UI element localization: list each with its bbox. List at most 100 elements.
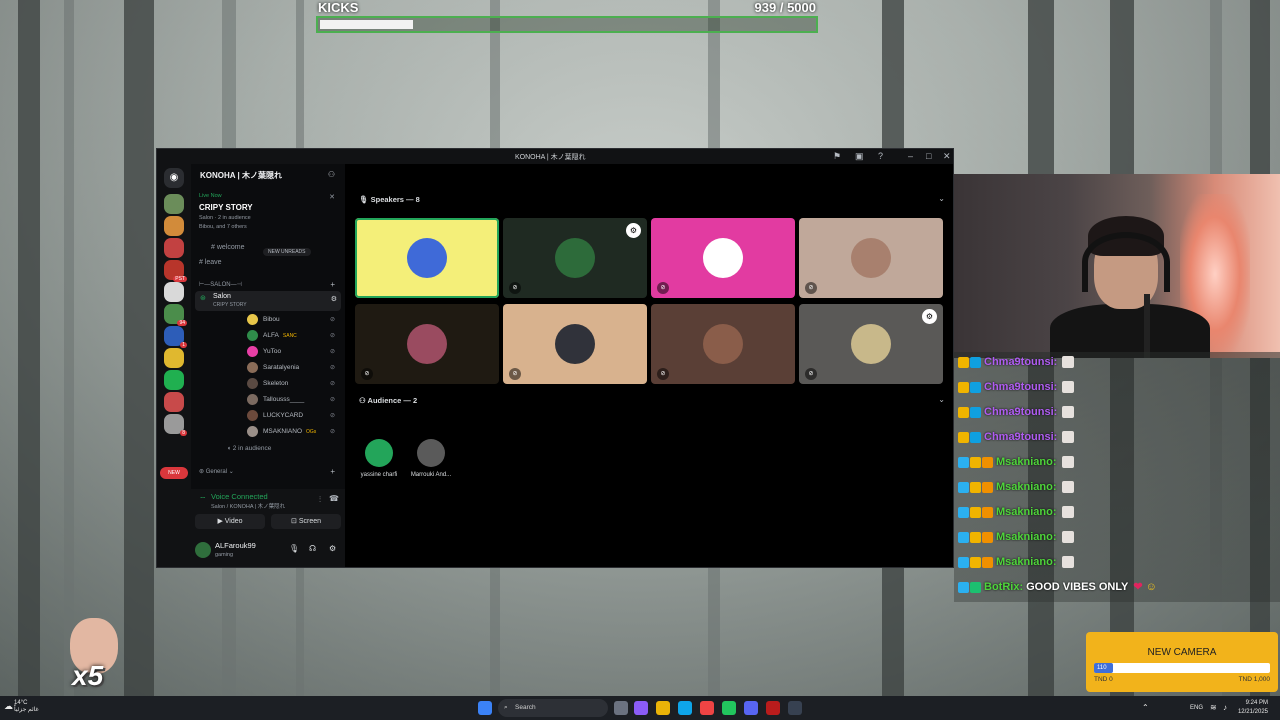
chat-emote-icon (1062, 406, 1075, 419)
voice-member[interactable]: Tallousss____ (247, 394, 304, 405)
voice-member[interactable]: YuToo (247, 346, 281, 357)
speaker-tile[interactable]: ⊘ (503, 304, 647, 384)
server-icon[interactable]: 94 (164, 304, 187, 326)
server-icon[interactable] (164, 348, 184, 368)
microphone-icon[interactable]: 🎙 (289, 544, 299, 553)
speaker-tile[interactable]: ⊘ (651, 304, 795, 384)
server-name[interactable]: KONOHA | 木ノ葉隠れ (200, 170, 282, 181)
chat-badge-icon (970, 356, 981, 368)
screen-share-button[interactable]: ⊡ Screen (271, 514, 341, 529)
chevron-down-icon[interactable]: ⌄ (938, 194, 945, 203)
server-icon[interactable]: 1 (164, 326, 187, 348)
speaker-tile[interactable] (355, 218, 499, 298)
add-member-icon[interactable]: ⚇ (328, 170, 335, 179)
video-button[interactable]: ▶ Video (195, 514, 265, 529)
discord-taskbar-icon[interactable] (744, 701, 758, 715)
server-icon[interactable] (164, 216, 184, 236)
headphones-icon[interactable]: ☊ (309, 544, 316, 553)
volume-icon[interactable]: ♪ (1223, 703, 1227, 712)
voice-panel: ⌔ Voice Connected Salon / KONOHA | 木ノ葉隠れ… (191, 489, 345, 567)
chrome-icon[interactable] (722, 701, 736, 715)
stage-channel-icon: ⊛ (200, 295, 206, 302)
category-general[interactable]: ⊛ General ⌄ (199, 468, 234, 475)
server-icon[interactable] (164, 194, 184, 214)
obs-icon[interactable] (766, 701, 780, 715)
disconnect-icon[interactable]: ☎ (329, 494, 339, 503)
minimize-icon[interactable]: – (908, 151, 913, 161)
speaker-tile[interactable]: ⊘ (355, 304, 499, 384)
start-icon[interactable] (478, 701, 492, 715)
audience-member[interactable]: yassine charfi (349, 439, 409, 478)
clock[interactable]: 9:24 PM 12/21/2025 (1238, 699, 1268, 717)
maximize-icon[interactable]: □ (926, 151, 931, 161)
server-icon[interactable]: PST (164, 260, 187, 282)
server-icon[interactable] (164, 238, 184, 258)
chevron-down-icon[interactable]: ⌄ (938, 395, 945, 404)
new-unreads-pill[interactable]: NEW UNREADS (263, 248, 311, 256)
audience-header[interactable]: ⚇ Audience — 2 (359, 396, 417, 405)
task-view-icon[interactable] (614, 701, 628, 715)
search-box[interactable]: ⌕ Search (498, 699, 608, 717)
weather-widget[interactable]: 14°C غائم جزئياً (14, 700, 39, 713)
server-icon[interactable] (164, 370, 184, 390)
chevron-up-icon[interactable]: ⌃ (1142, 703, 1149, 712)
members-audience[interactable]: ◖ 2 in audience (227, 445, 271, 452)
chat-badge-icon (970, 456, 981, 468)
live-stage-card[interactable]: Live Now CRIPY STORY Salon · 2 in audien… (199, 193, 337, 230)
speakers-header[interactable]: 🎙 Speakers — 8 (359, 195, 420, 204)
copilot-icon[interactable] (634, 701, 648, 715)
help-icon[interactable]: ? (878, 151, 883, 161)
member-name: YuToo (263, 348, 282, 356)
voice-member[interactable]: LUCKYCARD (247, 410, 303, 421)
settings-icon[interactable]: ⚙ (331, 295, 337, 303)
file-explorer-icon[interactable] (656, 701, 670, 715)
speaker-tile[interactable]: ⊘ (651, 218, 795, 298)
app-icon[interactable] (788, 701, 802, 715)
server-icon[interactable]: 8 (164, 414, 187, 436)
member-avatar (247, 426, 258, 437)
stage-speakers-preview: Bibou (199, 224, 214, 230)
chat-badge-icon (958, 556, 969, 568)
speaker-tile[interactable]: ⊘ ⚙ (799, 304, 943, 384)
muted-mic-icon: ⊘ (329, 381, 335, 387)
voice-member[interactable]: Bibou (247, 314, 280, 325)
close-icon[interactable]: ✕ (943, 151, 951, 162)
add-channel-icon[interactable]: + (330, 467, 335, 476)
speaker-avatar (703, 238, 743, 278)
wifi-icon[interactable]: ≋ (1210, 703, 1217, 712)
add-channel-icon[interactable]: + (330, 280, 335, 289)
server-icon[interactable] (164, 392, 184, 412)
weather-icon[interactable]: ☁ (4, 701, 13, 712)
user-avatar[interactable] (195, 542, 211, 558)
user-settings-icon[interactable]: ⚙ (329, 544, 336, 553)
server-icon[interactable] (164, 282, 184, 302)
speaker-tile[interactable]: ⊘ (799, 218, 943, 298)
noise-suppression-icon[interactable]: ⫶ (319, 495, 321, 505)
signal-icon[interactable]: ⌔ (199, 495, 207, 505)
channel-welcome[interactable]: # welcome (211, 244, 244, 251)
stage-audience: 2 in audience (217, 215, 251, 221)
voice-member[interactable]: MSAKNIANO OGs (247, 426, 316, 437)
voice-member[interactable]: Saratalyenia (247, 362, 299, 373)
user-name[interactable]: ALFarouk99 (215, 541, 256, 550)
edge-icon[interactable] (678, 701, 692, 715)
category-salon[interactable]: ⊢—SALON—⊣ (199, 281, 242, 288)
inbox-flag-icon[interactable]: ⚑ (833, 151, 841, 162)
voice-member[interactable]: Skeleton (247, 378, 288, 389)
inbox-icon[interactable]: ▣ (855, 151, 864, 162)
channel-salon[interactable]: ⊛ Salon CRIPY STORY ⚙ (195, 291, 341, 311)
member-avatar (247, 378, 258, 389)
channel-leave[interactable]: # leave (199, 259, 222, 266)
search-icon: ⌕ (504, 704, 508, 711)
brave-icon[interactable] (700, 701, 714, 715)
close-live-icon[interactable]: ✕ (329, 193, 335, 201)
chat-badge-icon (982, 506, 993, 518)
language-indicator[interactable]: ENG (1190, 705, 1203, 711)
muted-mic-icon: ⊘ (509, 368, 521, 380)
audience-member[interactable]: Marrouki And... (401, 439, 461, 478)
new-badge[interactable]: NEW (160, 467, 188, 479)
discord-home-icon[interactable]: ◉ (164, 168, 184, 188)
goal-progress-fill: 110 (1094, 663, 1113, 673)
speaker-tile[interactable]: ⊘ ⚙ (503, 218, 647, 298)
voice-member[interactable]: ALFA SANC (247, 330, 297, 341)
